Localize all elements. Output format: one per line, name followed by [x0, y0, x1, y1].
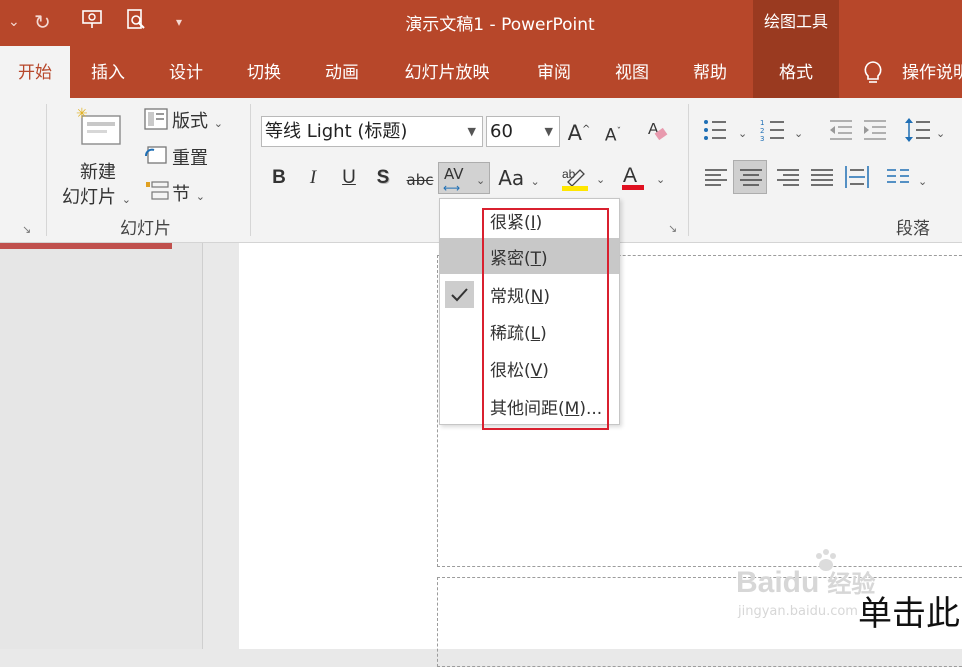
- font-color-icon[interactable]: A: [620, 162, 648, 196]
- presentation-icon[interactable]: [80, 8, 104, 39]
- chevron-down-icon: ⌄: [476, 174, 486, 187]
- clipboard-launcher-icon[interactable]: ↘: [22, 223, 31, 236]
- customize-qat-icon[interactable]: ▾: [176, 8, 182, 36]
- align-center-button[interactable]: [733, 160, 767, 194]
- chevron-down-icon[interactable]: ⌄: [596, 168, 605, 187]
- subtitle-placeholder[interactable]: 单击此: [437, 577, 962, 667]
- svg-text:ab: ab: [562, 167, 576, 181]
- chevron-down-icon[interactable]: ⌄: [794, 122, 803, 141]
- text-shadow-button[interactable]: S: [372, 164, 394, 192]
- spacing-arrow-icon: ⟷: [443, 181, 461, 195]
- highlight-color-icon[interactable]: ab: [560, 164, 592, 196]
- shrink-font-icon[interactable]: Aˇ: [600, 118, 626, 150]
- chevron-down-icon[interactable]: ⌄: [918, 170, 927, 189]
- lightbulb-icon: [862, 60, 884, 90]
- bullets-icon[interactable]: [702, 118, 728, 146]
- clear-formatting-icon[interactable]: A: [646, 118, 670, 148]
- slides-group-label: 幻灯片: [120, 219, 171, 239]
- bold-button[interactable]: B: [268, 164, 290, 192]
- title-bar: ⌄ ↻ ▾ 演示文稿1 - PowerPoint 绘图工具: [0, 0, 962, 46]
- layout-icon[interactable]: [144, 108, 168, 134]
- watermark-brand: Baidu 经验: [736, 566, 876, 599]
- reset-button[interactable]: 重置: [172, 144, 208, 170]
- tab-transitions[interactable]: 切换: [230, 46, 298, 98]
- group-separator: [688, 104, 689, 236]
- tab-format[interactable]: 格式: [753, 46, 839, 98]
- paragraph-group-label: 段落: [896, 219, 930, 239]
- numbering-icon[interactable]: 123: [760, 118, 786, 146]
- svg-text:3: 3: [760, 135, 764, 142]
- italic-button[interactable]: I: [302, 164, 324, 192]
- section-icon[interactable]: [146, 180, 170, 206]
- line-spacing-icon[interactable]: [904, 116, 932, 148]
- new-slide-label-1[interactable]: 新建: [80, 158, 116, 184]
- drawing-tools-label: 绘图工具: [753, 0, 839, 46]
- redo-icon[interactable]: ↻: [34, 8, 51, 36]
- svg-text:✳: ✳: [76, 106, 88, 122]
- new-slide-icon[interactable]: ✳: [76, 106, 124, 154]
- character-spacing-button[interactable]: AV ⟷ ⌄: [438, 162, 490, 195]
- increase-indent-icon[interactable]: [862, 118, 888, 146]
- watermark-url: jingyan.baidu.com: [738, 604, 858, 619]
- tab-design[interactable]: 设计: [152, 46, 220, 98]
- svg-text:2: 2: [760, 127, 764, 135]
- columns-icon[interactable]: [886, 166, 910, 194]
- ribbon-tabs: 开始 插入 设计 切换 动画 幻灯片放映 审阅 视图 帮助 格式 操作说明: [0, 46, 962, 98]
- layout-button[interactable]: 版式 ⌄: [172, 107, 223, 133]
- font-launcher-icon[interactable]: ↘: [668, 222, 677, 235]
- group-separator: [250, 104, 251, 236]
- annotation-highlight-box: [482, 208, 609, 430]
- tab-view[interactable]: 视图: [598, 46, 666, 98]
- tab-insert[interactable]: 插入: [74, 46, 142, 98]
- justify-icon[interactable]: [810, 166, 834, 194]
- tab-review[interactable]: 审阅: [520, 46, 588, 98]
- decrease-indent-icon[interactable]: [828, 118, 854, 146]
- slide-thumbnail-pane[interactable]: [0, 243, 203, 649]
- tab-animations[interactable]: 动画: [308, 46, 376, 98]
- new-slide-label-2[interactable]: 幻灯片 ⌄: [62, 183, 131, 209]
- tell-me-search[interactable]: 操作说明: [902, 46, 962, 98]
- font-name-combobox[interactable]: 等线 Light (标题) ▼: [261, 116, 483, 147]
- tab-slideshow[interactable]: 幻灯片放映: [389, 46, 505, 98]
- section-button[interactable]: 节 ⌄: [172, 180, 205, 206]
- tab-home[interactable]: 开始: [0, 46, 70, 98]
- chevron-down-icon[interactable]: ⌄: [936, 122, 945, 141]
- chevron-down-icon[interactable]: ⌄: [738, 122, 747, 141]
- align-left-icon[interactable]: [704, 166, 728, 194]
- group-separator: [46, 104, 47, 236]
- qat-dropdown-icon[interactable]: ⌄: [8, 8, 20, 36]
- print-preview-icon[interactable]: [124, 8, 148, 39]
- grow-font-icon[interactable]: A^: [566, 116, 592, 147]
- reset-icon[interactable]: [144, 144, 168, 170]
- svg-text:1: 1: [760, 119, 764, 127]
- chevron-down-icon[interactable]: ⌄: [656, 168, 665, 187]
- checkmark-icon: [445, 281, 474, 308]
- tab-help[interactable]: 帮助: [676, 46, 744, 98]
- svg-text:A: A: [623, 164, 637, 187]
- change-case-button[interactable]: Aa ⌄: [496, 164, 542, 196]
- distributed-icon[interactable]: [844, 164, 870, 194]
- underline-button[interactable]: U: [338, 164, 360, 192]
- align-right-icon[interactable]: [776, 166, 800, 194]
- window-title: 演示文稿1 - PowerPoint: [405, 15, 595, 35]
- strikethrough-button[interactable]: abc: [404, 166, 436, 194]
- selected-slide-thumbnail-edge[interactable]: [0, 243, 172, 249]
- font-size-combobox[interactable]: 60 ▼: [486, 116, 560, 147]
